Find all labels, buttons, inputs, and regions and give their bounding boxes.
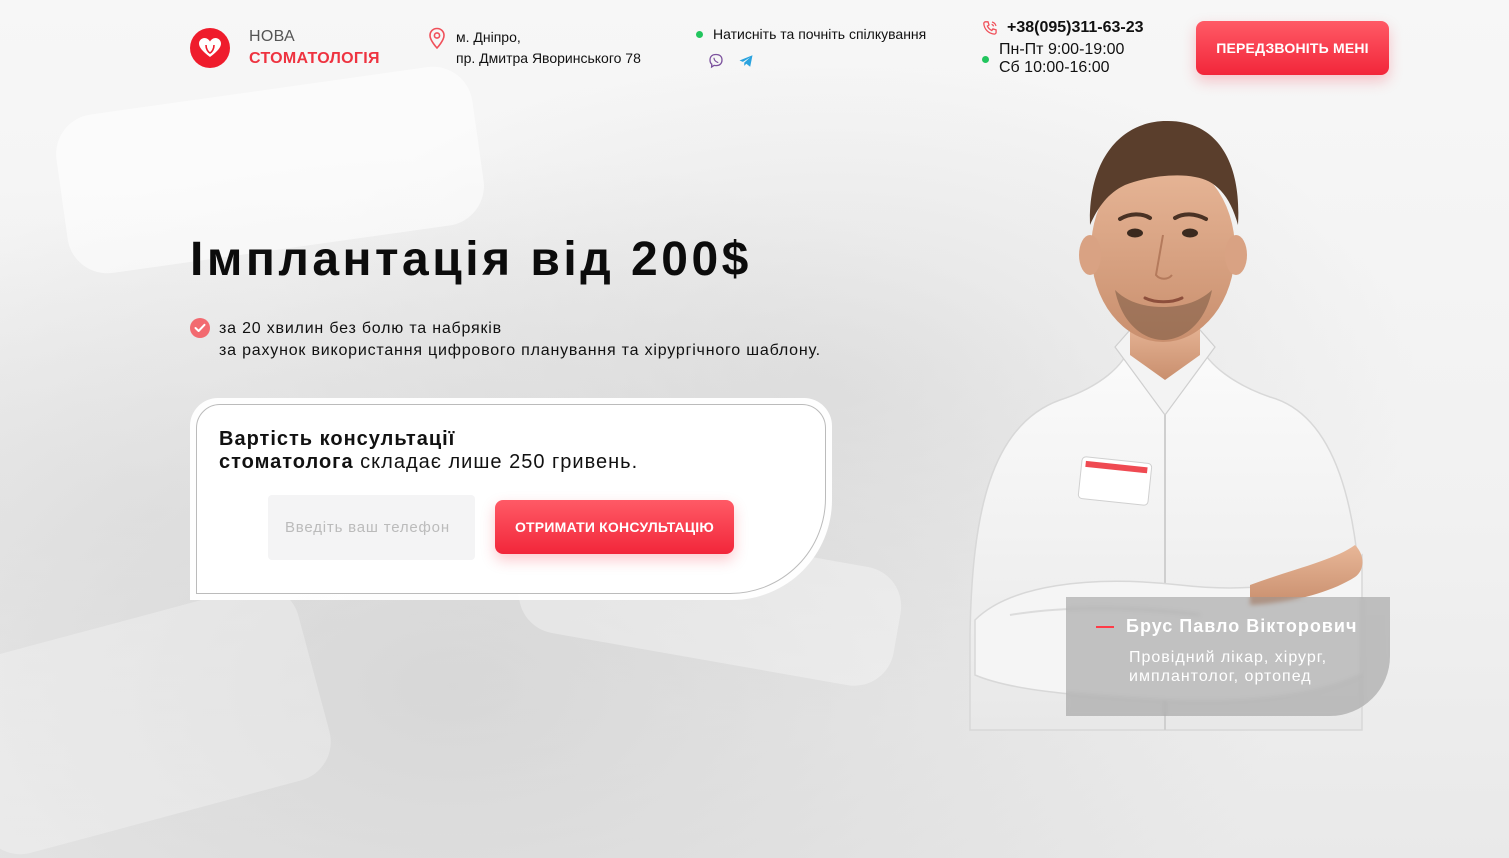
- consultation-bold-2: стоматолога: [219, 451, 354, 473]
- hours-saturday: Сб 10:00-16:00: [999, 59, 1110, 76]
- phone-icon: [983, 21, 997, 35]
- location-pin-icon: [429, 27, 445, 49]
- get-consultation-button[interactable]: ОТРИМАТИ КОНСУЛЬТАЦІЮ: [495, 500, 734, 554]
- phone-number[interactable]: +38(095)311-63-23: [1007, 19, 1144, 37]
- viber-icon[interactable]: [708, 53, 724, 69]
- benefit-line-2: за рахунок використання цифрового планув…: [219, 342, 821, 359]
- hours-weekdays: Пн-Пт 9:00-19:00: [999, 41, 1125, 58]
- logo-line-2: СТОМАТОЛОГІЯ: [249, 50, 380, 67]
- consultation-bold-1: Вартість консультації: [219, 428, 456, 450]
- logo[interactable]: НОВА СТОМАТОЛОГІЯ: [190, 26, 380, 70]
- online-indicator: [696, 30, 703, 38]
- doctor-role-line-1: Провідний лікар, хірург,: [1129, 649, 1328, 666]
- logo-line-1: НОВА: [249, 28, 296, 45]
- checkmark-icon: [190, 318, 210, 338]
- doctor-caption: Брус Павло Вікторович Провідний лікар, х…: [1066, 597, 1390, 716]
- clinic-address: м. Дніпро, пр. Дмитра Яворинського 78: [428, 27, 641, 69]
- messenger-prompt: Натисніть та почніть спілкування: [713, 26, 927, 42]
- heart-tooth-icon: [190, 28, 230, 68]
- doctor-role-line-2: имплантолог, ортопед: [1129, 668, 1312, 685]
- hero-benefit: за 20 хвилин без болю та набряків за рах…: [190, 318, 821, 362]
- telegram-icon[interactable]: [738, 53, 754, 69]
- consultation-text: Вартість консультації стоматолога склада…: [219, 428, 638, 474]
- doctor-name: Брус Павло Вікторович: [1126, 616, 1358, 636]
- address-line-1: м. Дніпро,: [456, 29, 521, 45]
- benefit-line-1: за 20 хвилин без болю та набряків: [219, 320, 502, 337]
- hero-title: Імплантація від 200$: [190, 233, 752, 286]
- phone-input[interactable]: [268, 495, 475, 560]
- accent-dash: [1096, 625, 1114, 628]
- callback-button[interactable]: ПЕРЕДЗВОНІТЬ МЕНІ: [1196, 21, 1389, 75]
- site-header: НОВА СТОМАТОЛОГІЯ м. Дніпро, пр. Дмитра …: [0, 0, 1509, 95]
- address-line-2: пр. Дмитра Яворинського 78: [456, 50, 641, 66]
- contacts-block: +38(095)311-63-23 Пн-Пт 9:00-19:00 Сб 10…: [982, 19, 1144, 77]
- messenger-block: Натисніть та почніть спілкування: [696, 26, 926, 69]
- open-indicator: [982, 55, 989, 63]
- consultation-rest: складає лише 250 гривень.: [353, 451, 639, 473]
